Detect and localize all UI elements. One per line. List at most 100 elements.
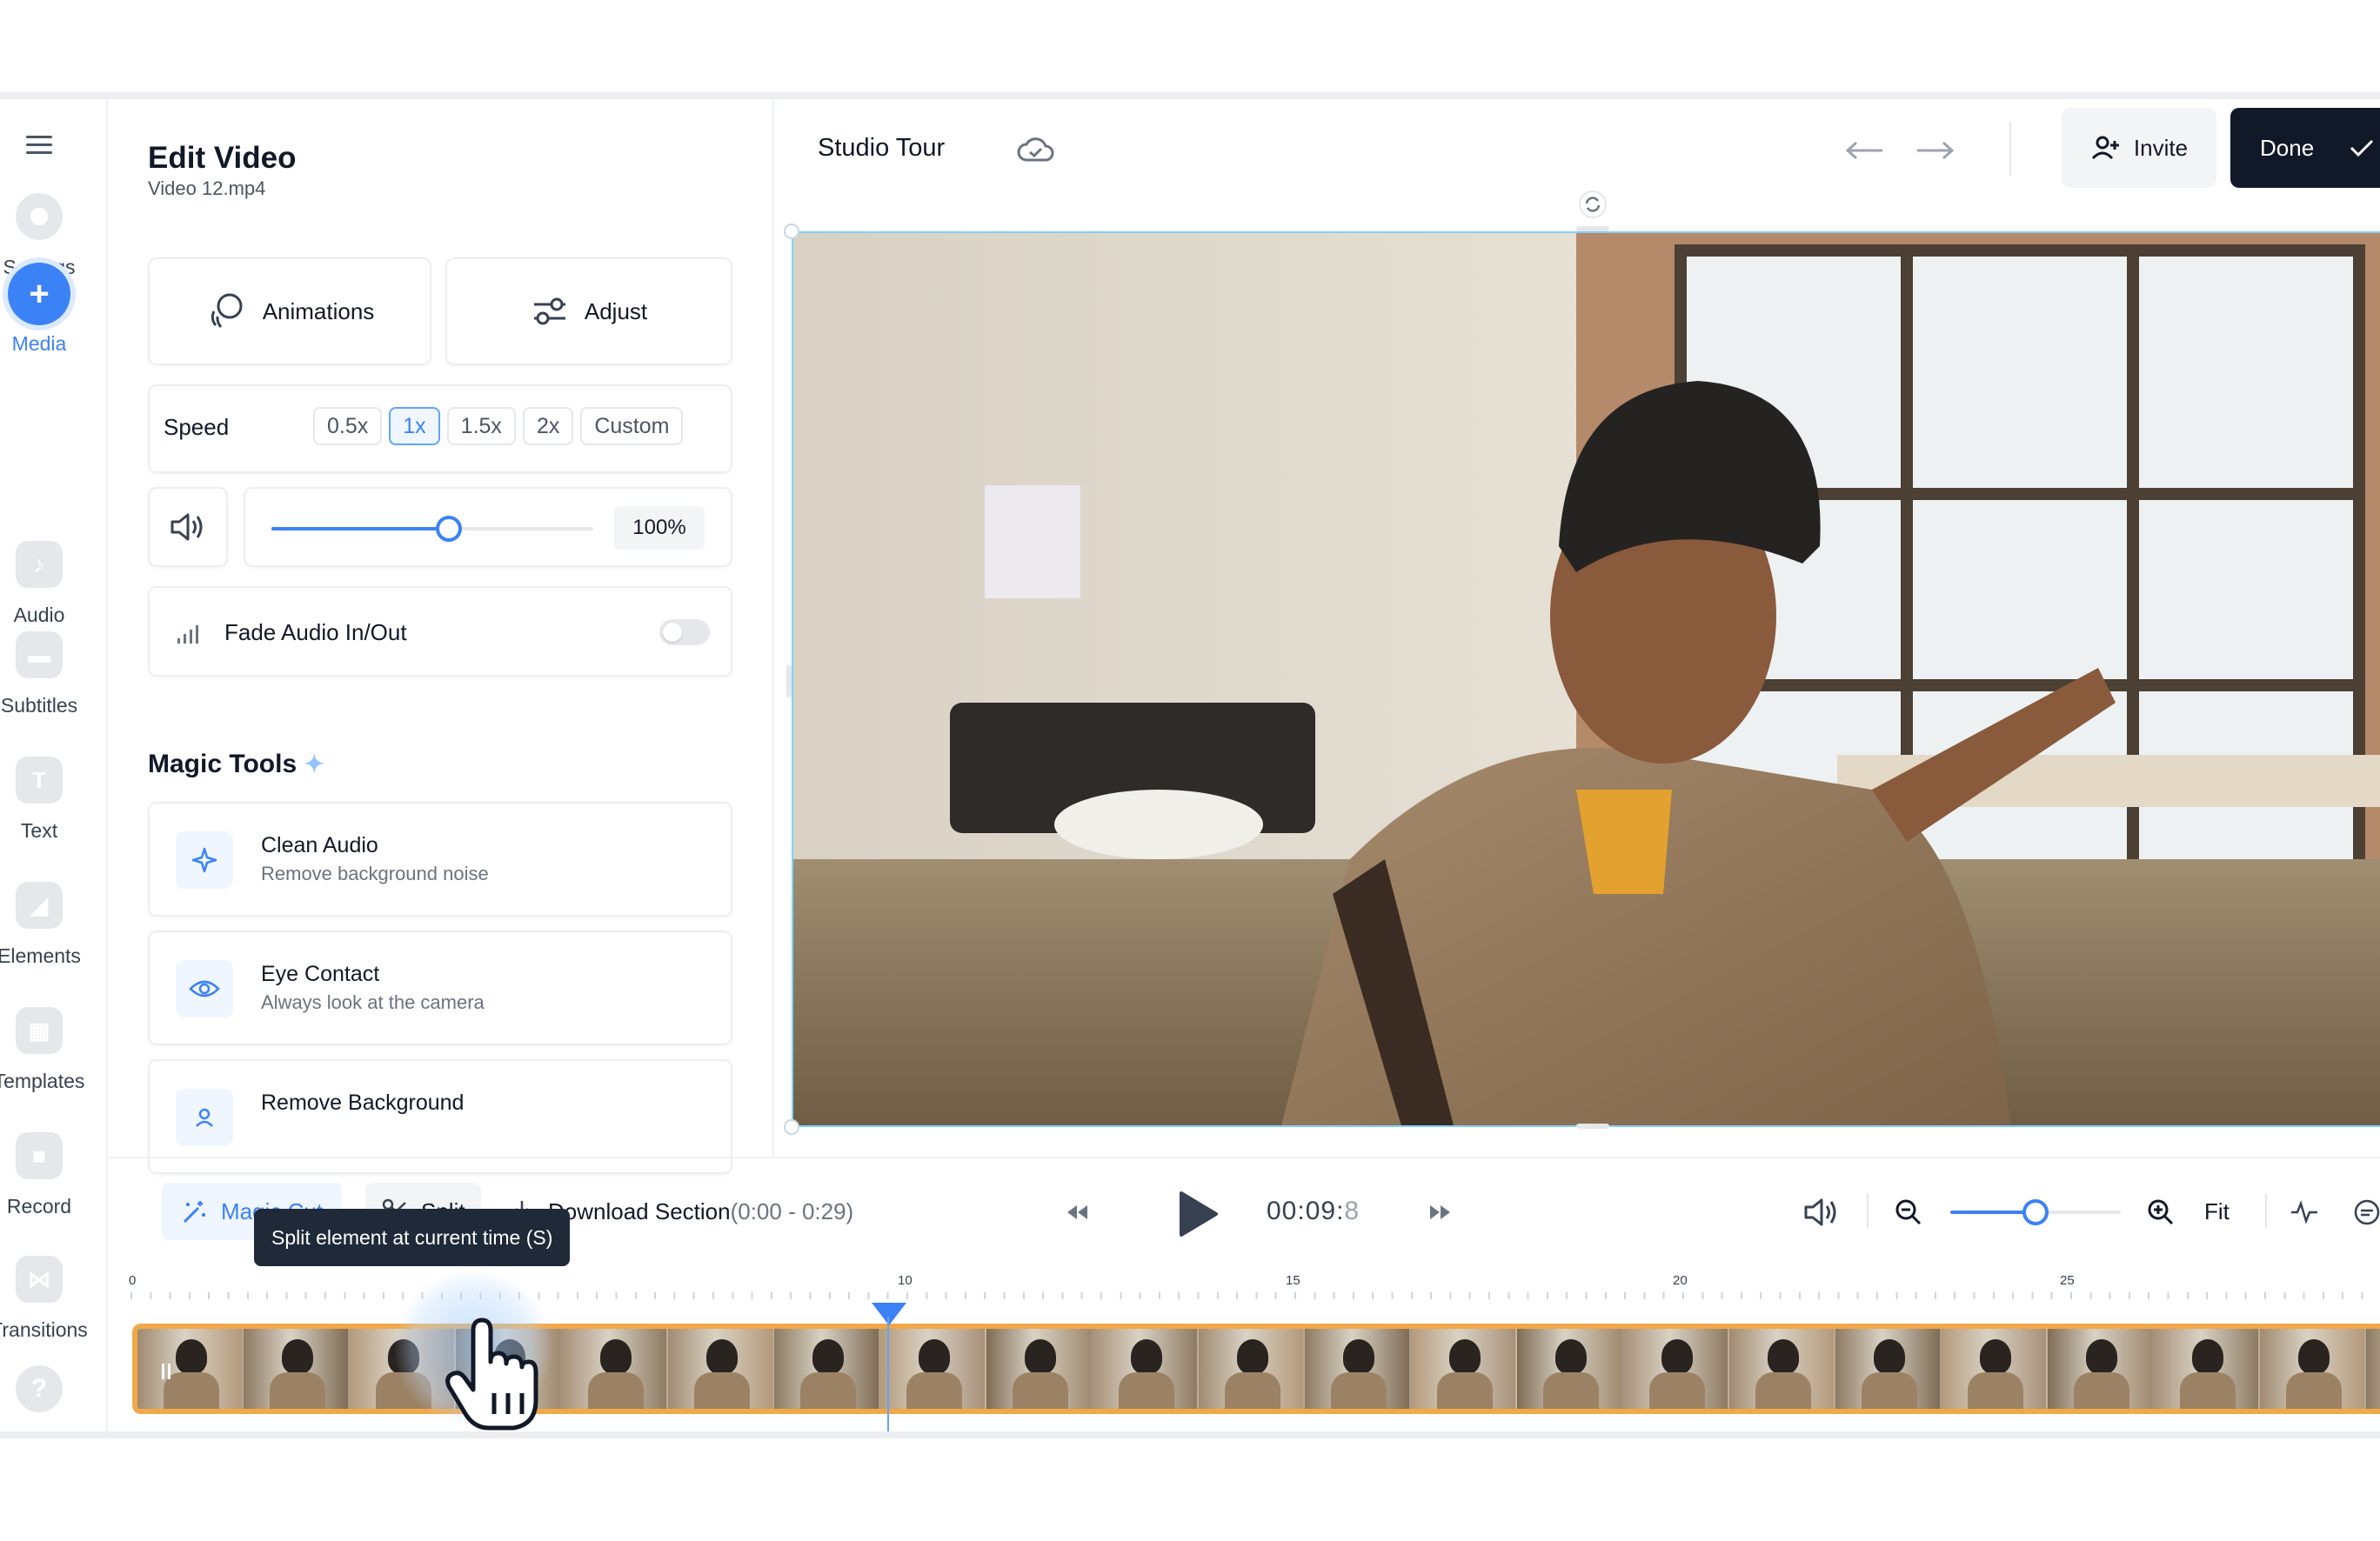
panel-title: Edit Video — [148, 141, 297, 175]
download-range: (0:00 - 0:29) — [730, 1197, 854, 1224]
speed-options: 0.5x 1x 1.5x 2x Custom — [313, 407, 684, 445]
sidebar-item-subtitles[interactable]: ▬ Subtitles — [0, 506, 108, 717]
thumbnail-figure — [919, 1339, 950, 1374]
thumbnail-figure — [1119, 1372, 1174, 1409]
tick-label: 25 — [2060, 1273, 2075, 1288]
thumbnail-figure — [2180, 1372, 2236, 1409]
volume-slider-fill — [271, 527, 449, 530]
redo-icon[interactable] — [1914, 137, 1955, 163]
project-title[interactable]: Studio Tour — [818, 134, 945, 163]
play-icon[interactable] — [1176, 1190, 1220, 1238]
rewind-icon[interactable] — [1065, 1202, 1089, 1223]
undo-icon[interactable] — [1844, 137, 1886, 163]
sidebar-item-record[interactable]: ■ Record — [0, 1007, 108, 1217]
clip-thumbnail — [774, 1329, 880, 1409]
thumbnail-figure — [1874, 1339, 1905, 1374]
resize-handle-bottom[interactable] — [1576, 1124, 1609, 1129]
sidebar-item-audio[interactable]: ♪ Audio — [0, 318, 108, 626]
volume-icon[interactable] — [1802, 1197, 1841, 1228]
zoom-slider-thumb[interactable] — [2022, 1199, 2049, 1225]
thumbnail-figure — [1131, 1339, 1162, 1374]
menu-icon[interactable] — [26, 136, 52, 155]
sidebar-item-text[interactable]: T Text — [0, 631, 108, 842]
resize-handle-bottom-left[interactable] — [784, 1119, 799, 1135]
thumbnail-figure — [800, 1372, 856, 1409]
zoom-in-icon[interactable] — [2147, 1198, 2175, 1226]
rotate-icon[interactable] — [1578, 190, 1608, 219]
thumbnail-figure — [812, 1339, 844, 1374]
video-preview[interactable] — [792, 231, 2380, 1127]
tool-title: Eye Contact — [261, 962, 380, 986]
resize-handle-top[interactable] — [1576, 226, 1609, 231]
waveform-icon[interactable] — [2290, 1198, 2319, 1226]
plus-icon: + — [8, 263, 70, 325]
thumbnail-figure — [1768, 1339, 1799, 1374]
tool-description: Always look at the camera — [261, 991, 485, 1013]
thumbnail-figure — [282, 1339, 313, 1374]
adjust-icon — [533, 297, 565, 325]
help-icon[interactable]: ? — [16, 1365, 63, 1412]
thumbnail-figure — [2286, 1372, 2342, 1409]
animations-button[interactable]: Animations — [148, 257, 431, 365]
done-button[interactable]: Done — [2230, 108, 2380, 188]
speed-option-2x[interactable]: 2x — [522, 407, 574, 445]
speed-option-1.5x[interactable]: 1.5x — [446, 407, 516, 445]
playhead-line — [887, 1317, 889, 1431]
playhead-marker[interactable] — [872, 1303, 906, 1325]
clip-thumbnail — [137, 1329, 244, 1409]
sidebar-item-transitions[interactable]: ⋈ Transitions — [0, 1131, 108, 1341]
thumbnail-figure — [1543, 1372, 1599, 1409]
fit-button[interactable]: Fit — [2204, 1198, 2230, 1225]
zoom-out-icon[interactable] — [1895, 1198, 1922, 1226]
adjust-button[interactable]: Adjust — [445, 257, 732, 365]
sparkles-icon: ✦ — [304, 750, 324, 777]
speed-option-custom[interactable]: Custom — [580, 407, 684, 445]
fade-audio-toggle[interactable] — [659, 619, 710, 645]
clip-trim-handle-left[interactable] — [162, 1364, 170, 1379]
sidebar-item-templates[interactable]: ▦ Templates — [0, 882, 108, 1092]
download-label: Download Section — [548, 1197, 731, 1224]
clip-thumbnail — [1093, 1329, 1199, 1409]
check-icon — [2350, 139, 2374, 157]
thumbnail-figure — [1013, 1372, 1068, 1409]
resize-handle-left[interactable] — [786, 664, 792, 697]
speed-option-0.5x[interactable]: 0.5x — [313, 407, 383, 445]
fade-audio-label: Fade Audio In/Out — [224, 619, 407, 645]
fade-audio-row: Fade Audio In/Out — [148, 586, 732, 677]
tool-title: Remove Background — [261, 1091, 465, 1115]
resize-handle-top-left[interactable] — [784, 223, 799, 239]
invite-button[interactable]: Invite — [2062, 108, 2216, 188]
magic-tools-title: Magic Tools ✦ — [148, 750, 324, 778]
speed-option-1x[interactable]: 1x — [389, 407, 440, 445]
volume-slider-thumb[interactable] — [435, 516, 462, 542]
clip-thumbnail — [1942, 1329, 2048, 1409]
adjust-label: Adjust — [584, 297, 648, 324]
sidebar-item-elements[interactable]: ◢ Elements — [0, 757, 108, 967]
tool-title: Clean Audio — [261, 833, 378, 857]
clip-thumbnail — [986, 1329, 1093, 1409]
thumbnail-figure — [706, 1339, 738, 1374]
tool-clean-audio[interactable]: Clean Audio Remove background noise — [148, 802, 732, 917]
sidebar-item-label: Transitions — [0, 1318, 88, 1341]
captions-icon[interactable] — [2352, 1198, 2380, 1226]
clip-thumbnail — [880, 1329, 986, 1409]
clip-thumbnail — [2260, 1329, 2366, 1409]
thumbnail-figure — [2192, 1339, 2223, 1374]
signal-bars-icon — [177, 625, 198, 644]
volume-slider[interactable] — [271, 516, 593, 542]
fast-forward-icon[interactable] — [1428, 1202, 1453, 1223]
sidebar: Settings + Media ♪ Audio ▬SubtitlesTText… — [0, 99, 108, 1431]
timecode: 00:09:8 — [1267, 1197, 1360, 1225]
volume-control: 100% — [244, 487, 732, 567]
speed-control: Speed 0.5x 1x 1.5x 2x Custom — [148, 384, 732, 473]
clip-thumbnail — [1517, 1329, 1623, 1409]
thumbnail-figure — [1755, 1372, 1811, 1409]
mute-button[interactable] — [148, 487, 228, 567]
clip-thumbnail — [2048, 1329, 2154, 1409]
thumbnail-figure — [270, 1372, 325, 1409]
tool-eye-contact[interactable]: Eye Contact Always look at the camera — [148, 931, 732, 1045]
hand-cursor-icon — [445, 1318, 538, 1431]
tick-label: 15 — [1286, 1273, 1300, 1288]
zoom-slider[interactable] — [1950, 1199, 2121, 1225]
thumbnail-figure — [1225, 1372, 1280, 1409]
